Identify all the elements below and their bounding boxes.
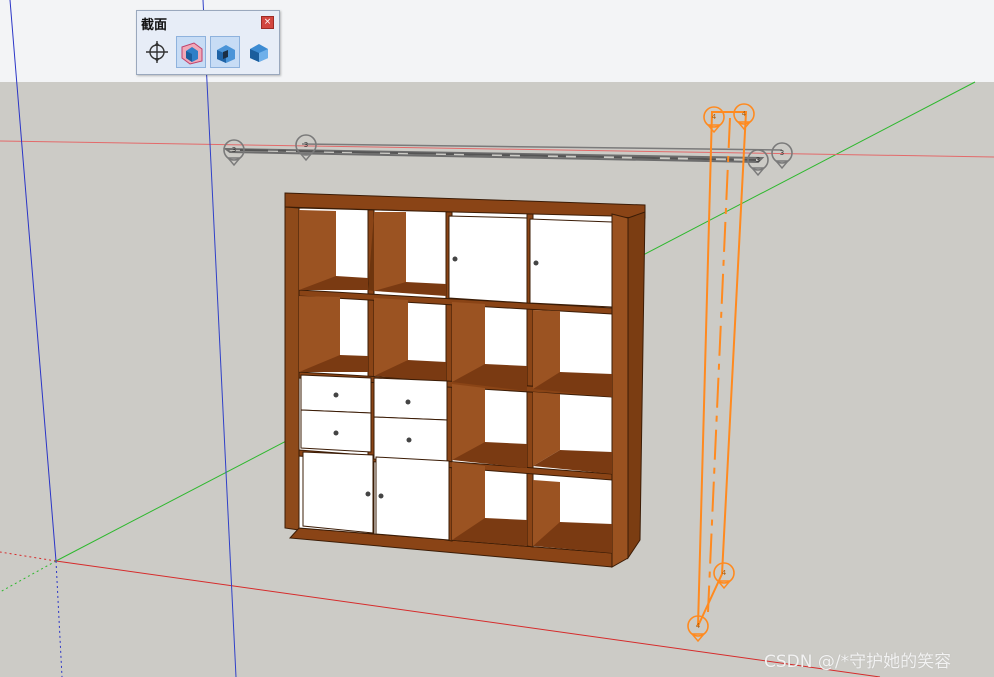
bookshelf-model[interactable] bbox=[284, 192, 646, 568]
toolbar-title: 截面 bbox=[141, 18, 168, 33]
red-axis-horizon bbox=[0, 140, 994, 158]
drawers[interactable] bbox=[300, 374, 448, 463]
display-section-fill-icon bbox=[250, 44, 268, 62]
lower-cabinet-doors[interactable] bbox=[302, 451, 450, 541]
section-marker-label: 3 bbox=[756, 156, 760, 164]
section-marker-label: 3 bbox=[232, 146, 236, 154]
section-marker-label: 4 bbox=[722, 569, 727, 577]
blue-axis bbox=[9, 0, 57, 562]
display-section-cuts-icon bbox=[217, 45, 235, 63]
section-marker-6[interactable]: 4 bbox=[733, 103, 755, 131]
section-marker-label: 4 bbox=[696, 622, 701, 630]
display-section-cuts-button[interactable] bbox=[210, 36, 240, 68]
model-viewport[interactable]: 3 3 3 3 4 4 4 4 截面 × CSDN @/*守护她的笑容 bbox=[0, 0, 994, 677]
section-plane-icon bbox=[146, 41, 168, 63]
upper-cabinet-doors[interactable] bbox=[448, 215, 613, 308]
section-marker-2[interactable]: 3 bbox=[295, 134, 317, 162]
section-marker-label: 4 bbox=[742, 110, 747, 118]
display-section-planes-icon bbox=[181, 42, 203, 65]
section-marker-label: 3 bbox=[780, 149, 784, 157]
section-marker-4[interactable]: 3 bbox=[771, 142, 793, 170]
display-section-fill-button[interactable] bbox=[244, 36, 274, 68]
green-axis-dotted bbox=[0, 560, 57, 593]
close-icon[interactable]: × bbox=[261, 16, 274, 29]
red-axis-dotted bbox=[0, 551, 57, 562]
section-plane-orange[interactable] bbox=[697, 111, 748, 627]
blue-axis-dotted bbox=[55, 560, 63, 677]
section-marker-label: 4 bbox=[712, 113, 717, 121]
red-axis bbox=[55, 560, 881, 677]
blue-axis-secondary bbox=[202, 0, 237, 677]
section-toolbar[interactable]: 截面 × bbox=[136, 10, 280, 75]
section-plane-tool-button[interactable] bbox=[142, 36, 172, 68]
display-section-planes-button[interactable] bbox=[176, 36, 206, 68]
section-marker-5[interactable]: 4 bbox=[703, 106, 725, 134]
toolbar-titlebar[interactable]: 截面 × bbox=[137, 11, 279, 33]
watermark: CSDN @/*守护她的笑容 bbox=[764, 652, 952, 672]
scene-canvas[interactable]: 3 3 3 3 4 4 4 4 bbox=[0, 0, 994, 677]
section-marker-label: 3 bbox=[304, 141, 308, 149]
